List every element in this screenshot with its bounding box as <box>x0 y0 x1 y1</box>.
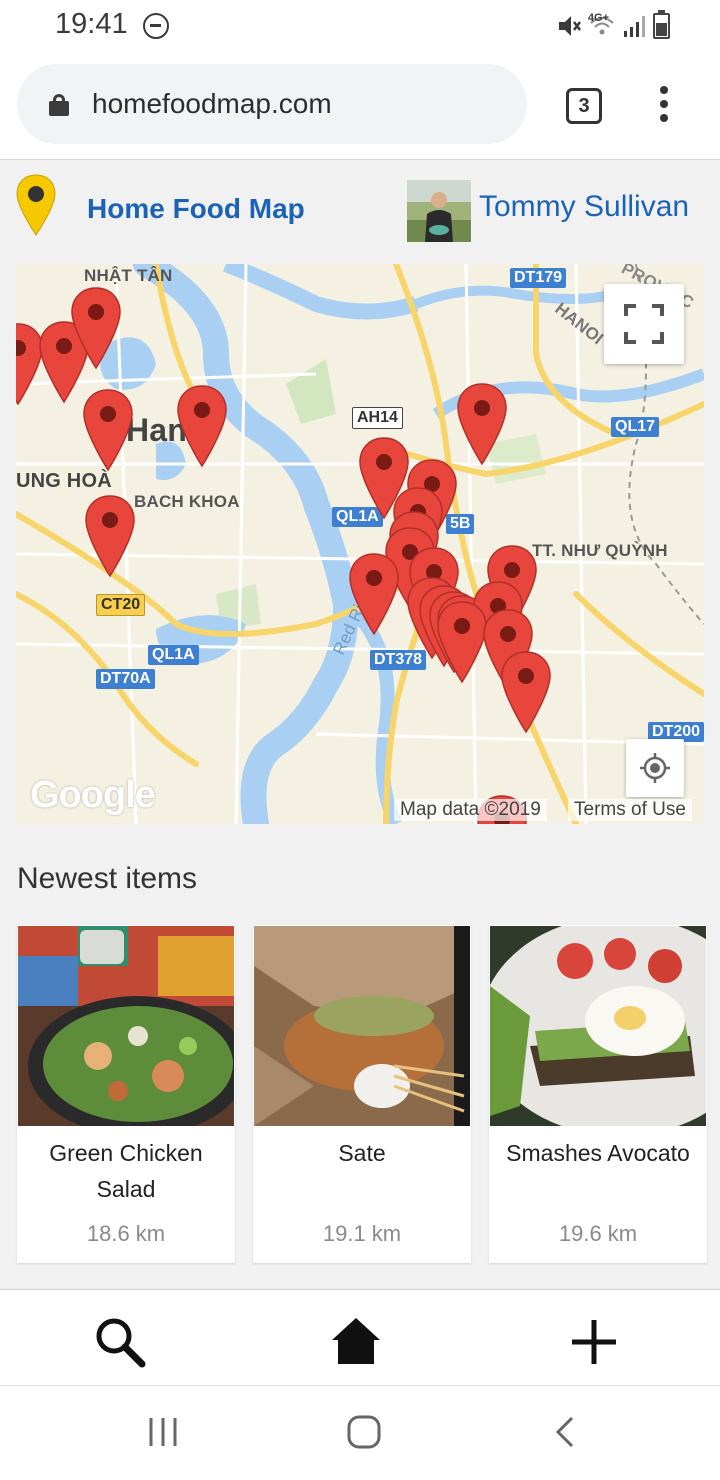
map-label-bach-khoa: BACH KHOA <box>134 492 240 511</box>
system-nav-bar <box>0 1385 720 1480</box>
back-icon[interactable] <box>546 1412 586 1452</box>
road-shield-ql17: QL17 <box>611 417 660 437</box>
road-shield-dt179: DT179 <box>510 268 567 288</box>
section-title-newest-items: Newest items <box>17 862 198 895</box>
map-label-nhat-tan: NHẬT TÂN <box>84 266 173 285</box>
map-pin-marker[interactable] <box>176 384 228 468</box>
item-card[interactable]: Smashes Avocato 19.6 km <box>489 925 707 1263</box>
map-pin-marker[interactable] <box>436 600 488 684</box>
mute-icon <box>558 16 581 36</box>
map-pin-marker[interactable] <box>84 494 136 578</box>
network-type: 4G+ <box>587 12 609 24</box>
battery-icon <box>653 10 670 39</box>
item-photo[interactable] <box>490 926 706 1126</box>
road-shield-ct20: CT20 <box>96 594 146 616</box>
map-pin-marker[interactable] <box>348 552 400 636</box>
search-icon[interactable] <box>92 1314 148 1370</box>
recent-apps-icon[interactable] <box>143 1412 183 1452</box>
item-photo[interactable] <box>18 926 234 1126</box>
google-logo: Google <box>30 774 156 816</box>
road-shield-ql1a-bottom: QL1A <box>148 645 199 665</box>
item-name[interactable]: Green Chicken Salad <box>23 1135 229 1207</box>
map-pin-marker[interactable] <box>70 286 122 370</box>
browser-toolbar: homefoodmap.com 3 <box>0 52 720 160</box>
brand-title[interactable]: Home Food Map <box>87 193 305 225</box>
road-shield-dt70a: DT70A <box>96 669 155 689</box>
map-pin-logo-icon[interactable] <box>16 173 56 237</box>
map-attribution: Map data ©2019 <box>394 799 547 821</box>
item-card[interactable]: Green Chicken Salad 18.6 km <box>17 925 235 1263</box>
terms-of-use-link[interactable]: Terms of Use <box>568 799 692 821</box>
item-distance: 19.1 km <box>322 1221 402 1246</box>
url-text[interactable]: homefoodmap.com <box>92 88 332 120</box>
map[interactable]: NHẬT TÂN Hanoi UNG HOÀ BACH KHOA TT. NHƯ… <box>16 264 704 824</box>
bottom-nav <box>0 1289 720 1385</box>
map-label-nhu-quynh: TT. NHƯ QUỲNH <box>532 541 668 560</box>
do-not-disturb-icon <box>143 13 169 39</box>
item-distance: 18.6 km <box>86 1221 166 1246</box>
home-icon[interactable] <box>328 1314 384 1370</box>
more-vert-icon[interactable] <box>658 86 670 126</box>
user-name[interactable]: Tommy Sullivan <box>479 190 689 224</box>
status-icons: 4G+ <box>556 10 670 41</box>
map-pin-marker[interactable] <box>82 388 134 472</box>
signal-icon <box>624 16 645 37</box>
item-card[interactable]: Sate 19.1 km <box>253 925 471 1263</box>
map-pin-marker[interactable] <box>500 650 552 734</box>
home-circle-icon[interactable] <box>344 1412 384 1452</box>
item-distance: 19.6 km <box>558 1221 638 1246</box>
avatar[interactable] <box>407 180 471 242</box>
road-shield-ah14: AH14 <box>352 407 403 429</box>
my-location-button[interactable] <box>626 739 684 797</box>
fullscreen-icon[interactable] <box>604 284 684 364</box>
status-bar: 19:41 4G+ <box>0 0 720 52</box>
tab-switcher-button[interactable]: 3 <box>566 88 602 124</box>
address-bar[interactable]: homefoodmap.com <box>17 64 527 144</box>
item-name[interactable]: Smashes Avocato <box>495 1135 701 1171</box>
map-pin-marker[interactable] <box>456 382 508 466</box>
item-name[interactable]: Sate <box>259 1135 465 1171</box>
lock-icon[interactable] <box>49 94 69 116</box>
status-time: 19:41 <box>55 8 128 40</box>
fullscreen-button[interactable] <box>604 284 684 364</box>
add-icon[interactable] <box>566 1314 622 1370</box>
map-label-trung-hoa: UNG HOÀ <box>16 470 112 492</box>
app-header: Home Food Map Tommy Sullivan <box>0 161 720 261</box>
item-photo[interactable] <box>254 926 470 1126</box>
newest-items-list: Green Chicken Salad 18.6 km Sate 19.1 km <box>17 925 707 1263</box>
my-location-icon[interactable] <box>626 739 684 797</box>
